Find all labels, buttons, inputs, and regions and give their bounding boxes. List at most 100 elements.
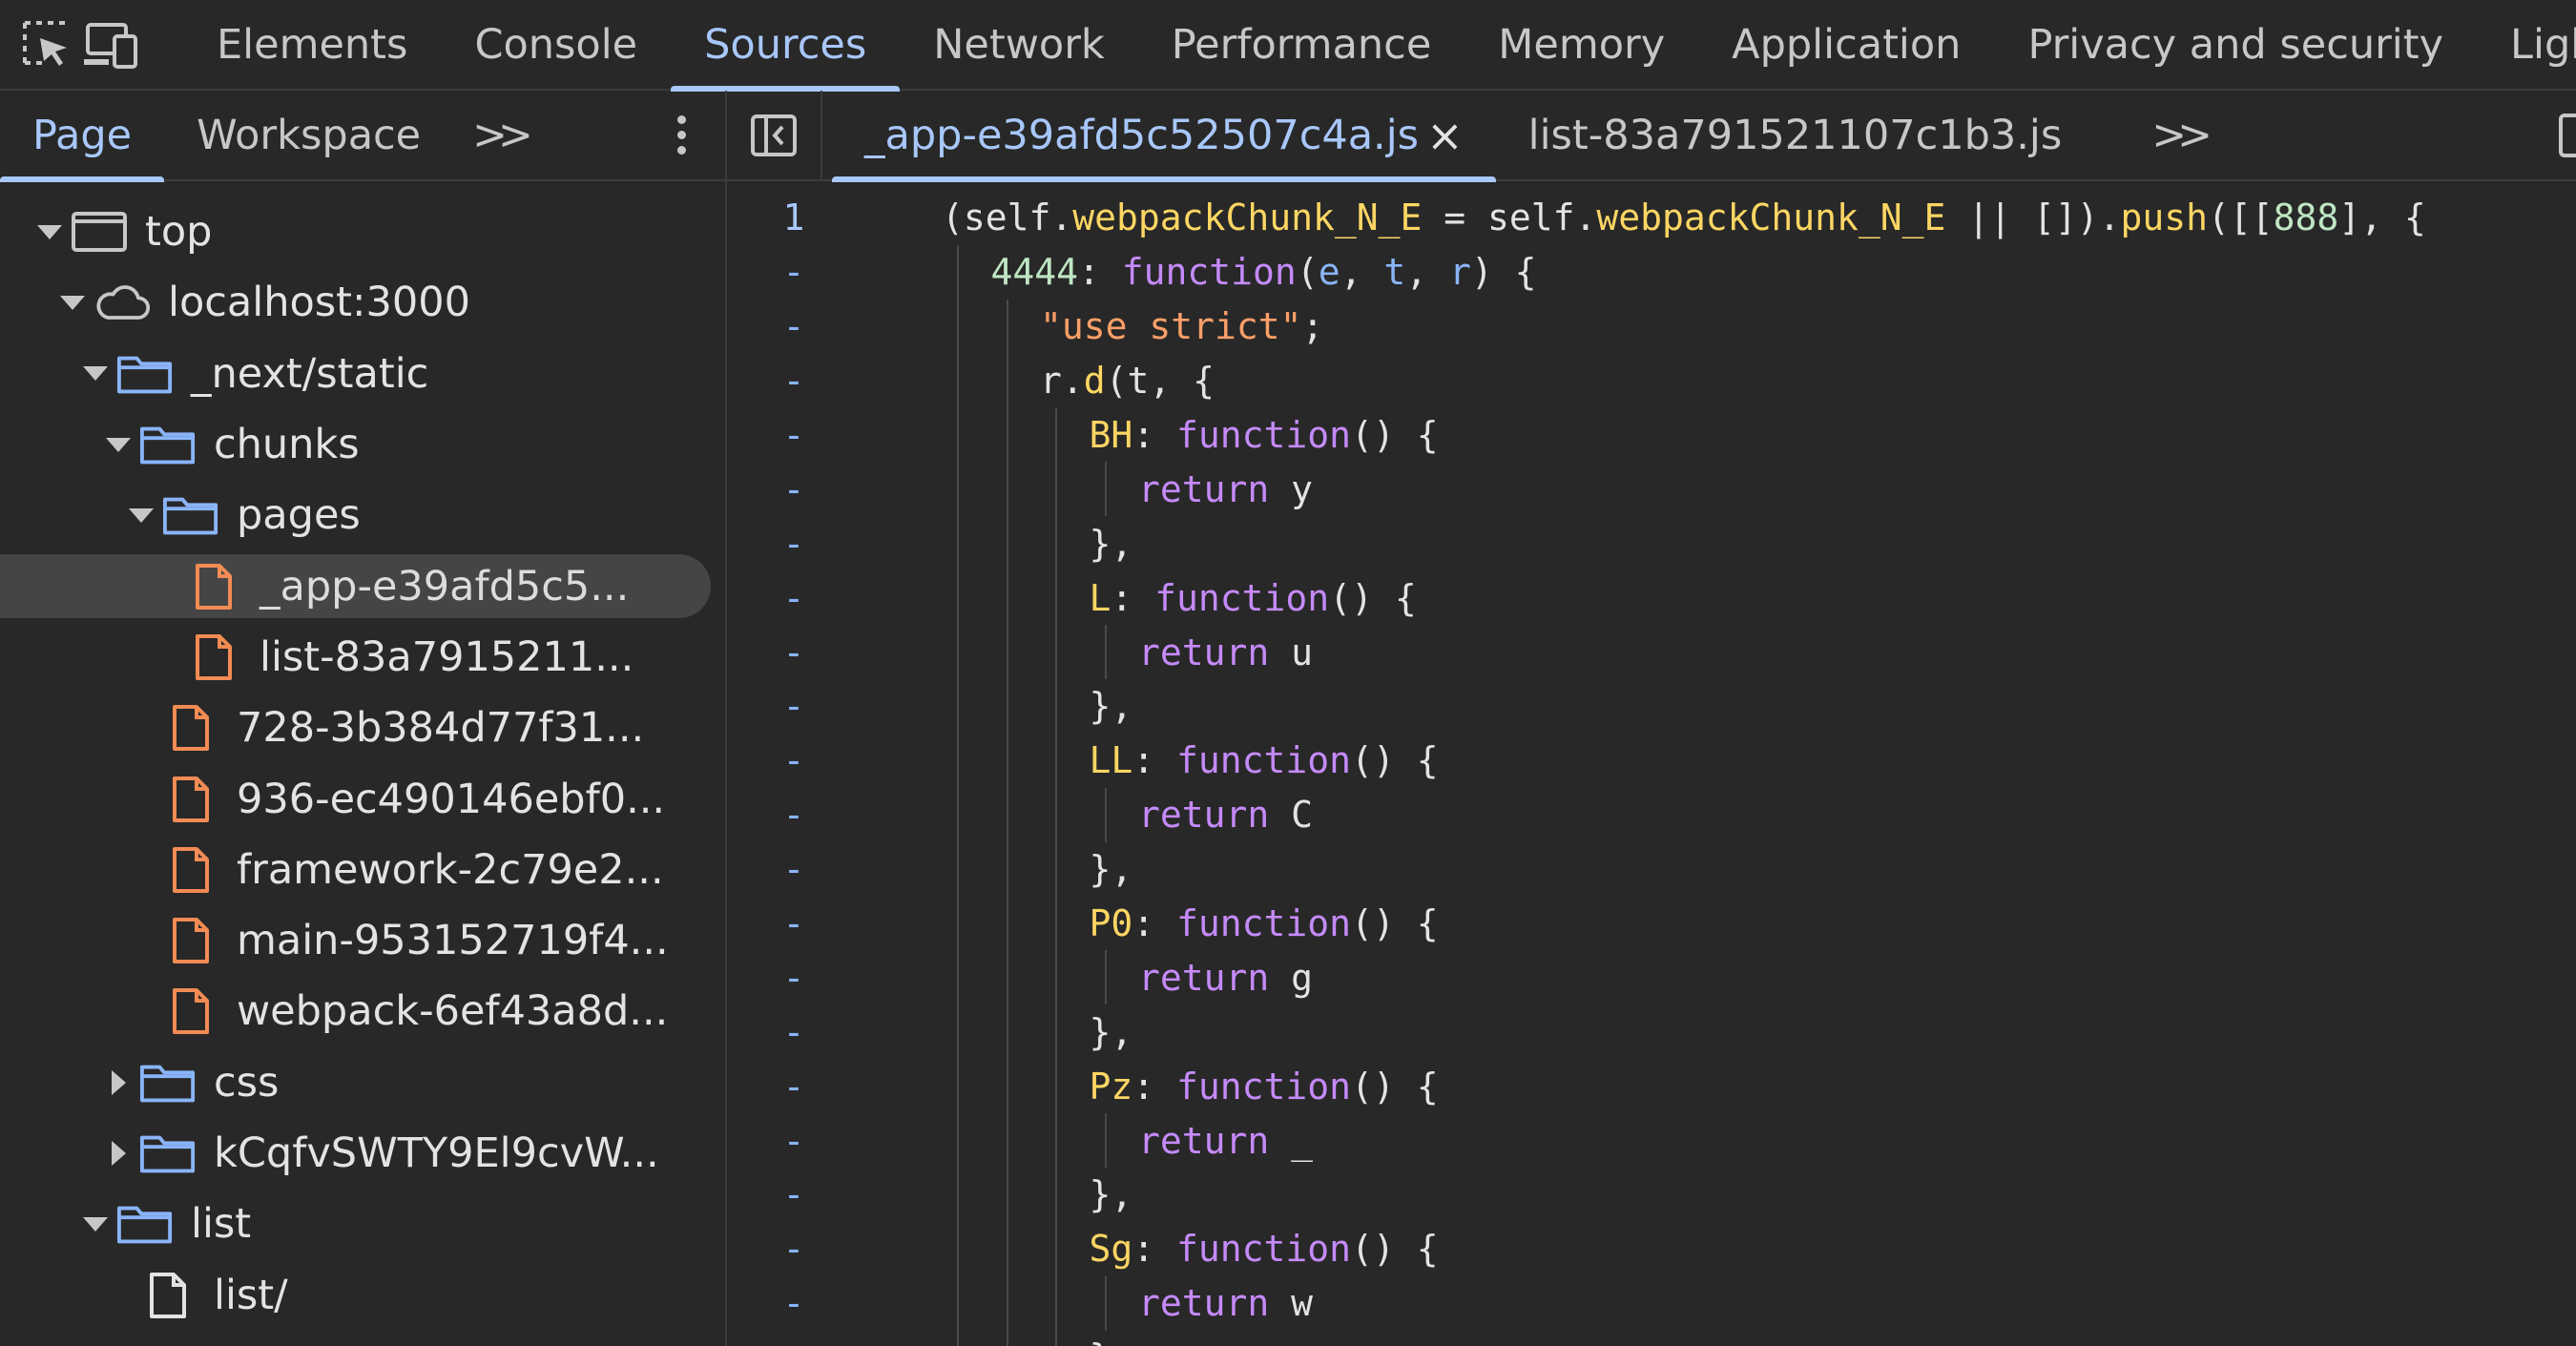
line-number[interactable]: - [727,685,861,727]
indent-guide [1055,407,1057,463]
indent-guide [1006,516,1008,571]
tree-item-main-953152719f4[interactable]: main-953152719f4... [0,905,725,976]
editor-tab-list-83a791521107c1b3-js[interactable]: list-83a791521107c1b3.js [1496,91,2095,180]
code-text: "use strict"; [1040,305,1323,347]
tab-application[interactable]: Application [1698,0,1994,90]
tab-privacy-and-security[interactable]: Privacy and security [1994,0,2477,90]
tree-item-list[interactable]: list [0,1189,725,1259]
close-icon[interactable]: × [1426,110,1464,161]
indent-guide [957,1004,959,1060]
more-editor-tabs-chevron-icon[interactable]: >> [2132,111,2222,159]
code-token: w [1269,1282,1314,1325]
line-number[interactable]: - [727,468,861,510]
more-tabs-chevron-icon[interactable]: >> [453,111,543,159]
code-token: }, [1089,1010,1133,1053]
code-token: return [1138,794,1270,837]
collapse-arrow-icon[interactable] [103,429,134,460]
more-options-icon[interactable] [675,115,687,157]
line-number[interactable]: - [727,957,861,999]
code-text: BH: function() { [1090,414,1439,456]
collapse-arrow-icon[interactable] [80,359,111,389]
editor-tab-app-e39afd5c52507c4a-js[interactable]: _app-e39afd5c52507c4a.js × [832,91,1496,182]
indent-guide [1006,841,1008,897]
code-token: }, [1089,848,1133,891]
tree-item-pages[interactable]: pages [0,480,725,550]
code-token: return [1138,1119,1270,1162]
expand-arrow-icon[interactable] [103,1138,134,1169]
line-number[interactable]: - [727,739,861,781]
code-text: return y [1138,468,1313,510]
indent-guide [1006,950,1008,1005]
line-number[interactable]: - [727,251,861,293]
line-number[interactable]: - [727,360,861,402]
code-editor-pane: _app-e39afd5c52507c4a.js × list-83a7915211… [727,91,2576,1346]
code-token: return [1138,467,1270,510]
line-number[interactable]: - [727,1282,861,1324]
collapse-arrow-icon[interactable] [126,500,156,530]
tree-item-css[interactable]: css [0,1047,725,1118]
tab-console[interactable]: Console [441,0,671,90]
collapse-arrow-icon[interactable] [34,217,65,247]
navigator-tab-workspace[interactable]: Workspace [164,91,453,180]
line-number[interactable]: - [727,1011,861,1053]
folder-icon [116,350,174,398]
line-number[interactable]: - [727,1336,861,1346]
tree-item-next-static[interactable]: _next/static [0,339,725,409]
code-view[interactable]: 1 (self.webpackChunk_N_E = self.webpackCh… [727,181,2576,1346]
tab-lighthouse[interactable]: Lighthouse [2477,0,2576,90]
tree-item-localhost-3000[interactable]: localhost:3000 [0,267,725,338]
tree-item-label: 936-ec490146ebf0... [237,775,666,823]
tree-item-936-ec490146ebf0[interactable]: 936-ec490146ebf0... [0,763,725,834]
indent-guide [1006,570,1008,626]
tab-memory[interactable]: Memory [1465,0,1698,90]
tree-item-webpack-6ef43a8d[interactable]: webpack-6ef43a8d... [0,976,725,1046]
code-text: }, [1090,848,1133,890]
toggle-debugger-icon[interactable] [2559,114,2576,157]
tree-item-label: list/ [214,1271,288,1319]
collapse-arrow-icon[interactable] [80,1209,111,1239]
device-toolbar-button[interactable] [82,0,139,90]
line-number[interactable]: - [727,848,861,890]
line-number[interactable]: - [727,577,861,619]
devtools-window: Elements Console Sources Network Performance… [0,0,2576,1346]
line-number[interactable]: - [727,414,861,456]
tree-item-728-3b384d77f31[interactable]: 728-3b384d77f31... [0,693,725,763]
line-number[interactable]: - [727,1066,861,1108]
tree-item-label: localhost:3000 [168,279,470,327]
tree-item-list-83a7915211[interactable]: list-83a7915211... [0,622,725,693]
expand-arrow-icon[interactable] [103,1067,134,1098]
code-token: 888 [2273,197,2339,239]
indent-guide [1055,896,1057,951]
collapse-arrow-icon[interactable] [57,287,88,318]
line-number[interactable]: - [727,794,861,836]
navigator-tab-page[interactable]: Page [0,91,165,182]
code-token: y [1269,467,1314,510]
code-text: return C [1138,794,1313,836]
tab-sources[interactable]: Sources [671,0,901,92]
line-number[interactable]: 1 [727,197,861,238]
tree-item-list[interactable]: list/ [0,1259,725,1330]
tree-item-top[interactable]: top [0,197,725,267]
tab-network[interactable]: Network [900,0,1138,90]
tree-item-app-e39afd5c5[interactable]: _app-e39afd5c5... [0,550,725,621]
editor-tabbar: _app-e39afd5c52507c4a.js × list-83a7915211… [727,91,2576,182]
line-number[interactable]: - [727,305,861,347]
line-number[interactable]: - [727,523,861,565]
inspect-element-button[interactable] [21,0,73,90]
line-number[interactable]: - [727,1173,861,1215]
line-number[interactable]: - [727,632,861,673]
line-number[interactable]: - [727,902,861,944]
line-number[interactable]: - [727,1228,861,1270]
tree-item-label: main-953152719f4... [237,917,669,965]
indent-guide [1055,1330,1057,1346]
code-token: function [1176,902,1352,945]
code-token: g [1269,956,1314,999]
tree-item-kcqfvswty9el9cvw[interactable]: kCqfvSWTY9El9cvW... [0,1118,725,1189]
line-number[interactable]: - [727,1120,861,1162]
tab-performance[interactable]: Performance [1138,0,1465,90]
tree-item-framework-2c79e2[interactable]: framework-2c79e2... [0,835,725,905]
tree-item-chunks[interactable]: chunks [0,409,725,480]
toggle-navigator-button[interactable] [727,91,822,180]
tree-item-label: framework-2c79e2... [237,845,664,894]
tab-elements[interactable]: Elements [183,0,441,90]
